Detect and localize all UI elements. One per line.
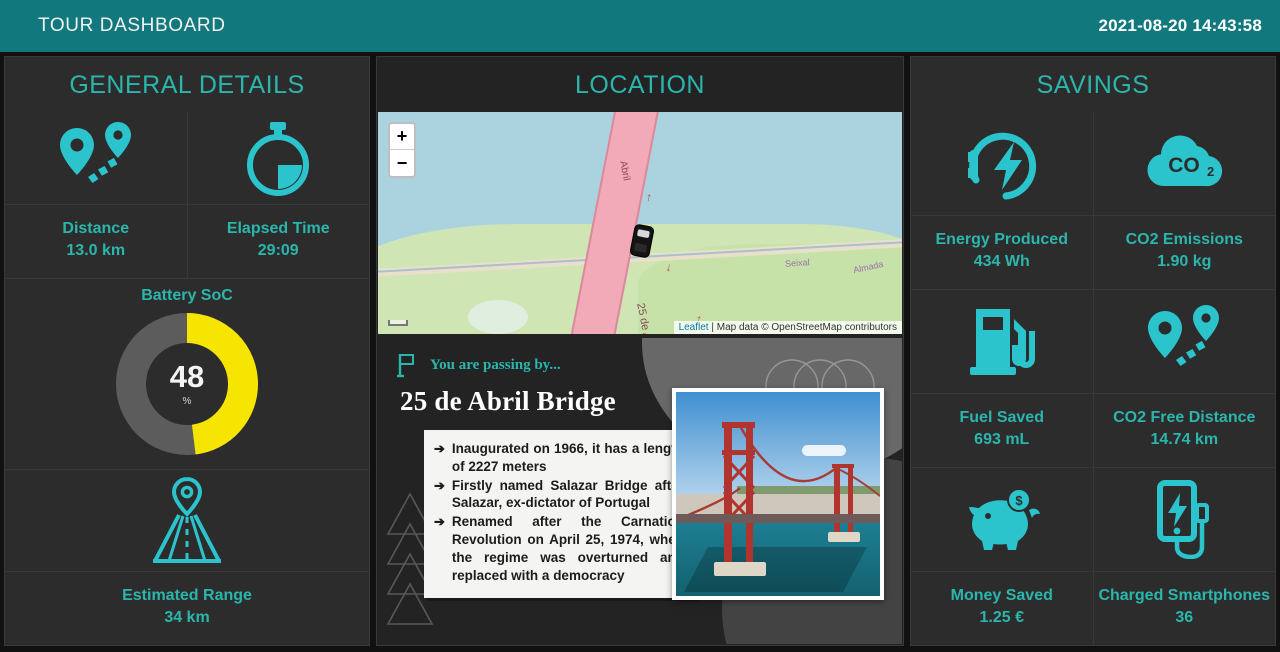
stopwatch-icon (188, 112, 370, 204)
metric-label: Elapsed Time (226, 220, 330, 237)
metric-value: 1.25 € (979, 608, 1024, 626)
fact-text: Inaugurated on 1966, it has a length of … (451, 441, 684, 474)
battery-soc-title: Battery SoC (141, 287, 233, 305)
fact-text: Renamed after the Carnation Revolution o… (451, 514, 684, 583)
metric-label: Money Saved (950, 586, 1053, 604)
arrow-bullet-icon: ➔ (434, 514, 445, 530)
panel-savings: SAVINGS Energy Produced 434 Wh CO 2 CO2 … (910, 56, 1276, 646)
metric-value: 693 mL (974, 430, 1030, 448)
route-pins-icon (1094, 290, 1276, 393)
dashboard-body: GENERAL DETAILS Distance 13.0 km Elapsed… (0, 52, 1280, 652)
battery-soc-widget: Battery SoC 48 % (5, 279, 369, 469)
passing-by-eyebrow: You are passing by... (430, 356, 561, 373)
route-pins-icon (5, 112, 187, 204)
piggy-bank-icon: $ (911, 468, 1093, 571)
metric-energy-labels: Energy Produced 434 Wh (911, 214, 1093, 289)
metric-smartphones-labels: Charged Smartphones 36 (1093, 570, 1275, 645)
savings-title: SAVINGS (1036, 71, 1150, 99)
arrow-bullet-icon: ➔ (434, 477, 445, 493)
map-zoom-controls[interactable]: + − (388, 122, 416, 178)
savings-row-2: Fuel Saved 693 mL CO2 Free Distance 14.7… (911, 290, 1275, 467)
clock-timestamp: 2021-08-20 14:43:58 (1098, 16, 1262, 35)
arrow-bullet-icon: ➔ (434, 441, 445, 456)
fact-text: Firstly named Salazar Bridge after Salaz… (451, 477, 684, 511)
battery-soc-donut: 48 % (112, 309, 262, 459)
svg-text:CO: CO (1169, 154, 1201, 177)
metric-energy-produced: Energy Produced 434 Wh (911, 112, 1093, 289)
page-title: TOUR DASHBOARD (38, 15, 226, 36)
metric-money-labels: Money Saved 1.25 € (911, 570, 1093, 645)
metric-label: Charged Smartphones (1098, 586, 1271, 604)
metric-co2-free-distance: CO2 Free Distance 14.74 km (1093, 290, 1276, 467)
metric-co2-labels: CO2 Emissions 1.90 kg (1093, 214, 1275, 289)
general-metrics-row: Distance 13.0 km Elapsed Time 29:09 (5, 112, 370, 279)
charging-phone-icon (1094, 468, 1276, 571)
co2-cloud-icon: CO 2 (1094, 112, 1276, 215)
metric-elapsed-labels: Elapsed Time 29:09 (187, 204, 369, 278)
savings-row-3: $ Money Saved 1.25 € Charged Smartphones… (911, 468, 1275, 645)
metric-co2-distance-labels: CO2 Free Distance 14.74 km (1093, 392, 1275, 467)
svg-text:$: $ (1015, 493, 1023, 508)
location-title: LOCATION (575, 71, 705, 99)
list-item: ➔ Inaugurated on 1966, it has a length o… (434, 440, 684, 476)
metric-co2-emissions: CO 2 CO2 Emissions 1.90 kg (1093, 112, 1276, 289)
metric-distance: Distance 13.0 km (5, 112, 187, 278)
savings-row-1: Energy Produced 434 Wh CO 2 CO2 Emission… (911, 112, 1275, 289)
road-pin-icon (5, 471, 369, 571)
passing-by-header: You are passing by... (396, 352, 561, 378)
metric-range-labels: Estimated Range 34 km (5, 570, 369, 645)
zoom-out-button[interactable]: − (390, 150, 414, 176)
metric-label: Estimated Range (122, 586, 252, 604)
metric-value: 36 (1175, 608, 1194, 626)
metric-value: 29:09 (257, 242, 299, 259)
fuel-pump-icon (911, 290, 1093, 393)
panel-location: LOCATION ↑ ↓ ↑ Abril 25 de Abril Seixal (376, 56, 904, 646)
map-attribution: Leaflet | Map data © OpenStreetMap contr… (673, 321, 902, 334)
metric-value: 13.0 km (66, 242, 126, 259)
passing-by-info-card: You are passing by... 25 de Abril Bridge… (378, 338, 902, 644)
metric-fuel-labels: Fuel Saved 693 mL (911, 392, 1093, 467)
metric-value: 34 km (164, 608, 210, 626)
map-grove (468, 300, 528, 334)
map-place-label-seixal: Seixal (785, 257, 811, 269)
top-bar: TOUR DASHBOARD 2021-08-20 14:43:58 (0, 0, 1280, 52)
metric-elapsed-time: Elapsed Time 29:09 (187, 112, 370, 278)
metric-label: Energy Produced (935, 230, 1068, 248)
metric-label: CO2 Free Distance (1113, 408, 1256, 426)
general-details-title: GENERAL DETAILS (69, 71, 305, 99)
energy-plug-bolt-icon (911, 112, 1093, 215)
svg-text:2: 2 (1207, 164, 1214, 179)
landmark-facts-list: ➔ Inaugurated on 1966, it has a length o… (424, 430, 696, 598)
metric-estimated-range: Estimated Range 34 km (5, 470, 369, 645)
metric-distance-labels: Distance 13.0 km (5, 204, 187, 278)
list-item: ➔ Renamed after the Carnation Revolution… (434, 513, 684, 584)
location-map[interactable]: ↑ ↓ ↑ Abril 25 de Abril Seixal Almada + … (378, 112, 902, 334)
list-item: ➔ Firstly named Salazar Bridge after Sal… (434, 477, 684, 513)
metric-label: CO2 Emissions (1125, 230, 1243, 248)
panel-general-details: GENERAL DETAILS Distance 13.0 km Elapsed… (4, 56, 370, 646)
metric-label: Distance (62, 220, 130, 237)
map-tiles[interactable]: ↑ ↓ ↑ Abril 25 de Abril Seixal Almada (378, 112, 902, 334)
metric-label: Fuel Saved (959, 408, 1044, 426)
landmark-photo (672, 388, 884, 600)
metric-money-saved: $ Money Saved 1.25 € (911, 468, 1093, 645)
leaflet-link[interactable]: Leaflet (679, 322, 709, 333)
metric-charged-smartphones: Charged Smartphones 36 (1093, 468, 1276, 645)
metric-value: 1.90 kg (1157, 252, 1212, 270)
map-scale-bar (388, 320, 408, 326)
zoom-in-button[interactable]: + (390, 124, 414, 150)
metric-value: 434 Wh (973, 252, 1030, 270)
photo-bridge-structure (676, 422, 880, 576)
landmark-title: 25 de Abril Bridge (400, 386, 616, 416)
tour-dashboard: TOUR DASHBOARD 2021-08-20 14:43:58 GENER… (0, 0, 1280, 652)
attribution-text: | Map data © OpenStreetMap contributors (708, 322, 897, 333)
metric-value: 14.74 km (1150, 430, 1219, 448)
metric-fuel-saved: Fuel Saved 693 mL (911, 290, 1093, 467)
flag-icon (397, 354, 414, 378)
